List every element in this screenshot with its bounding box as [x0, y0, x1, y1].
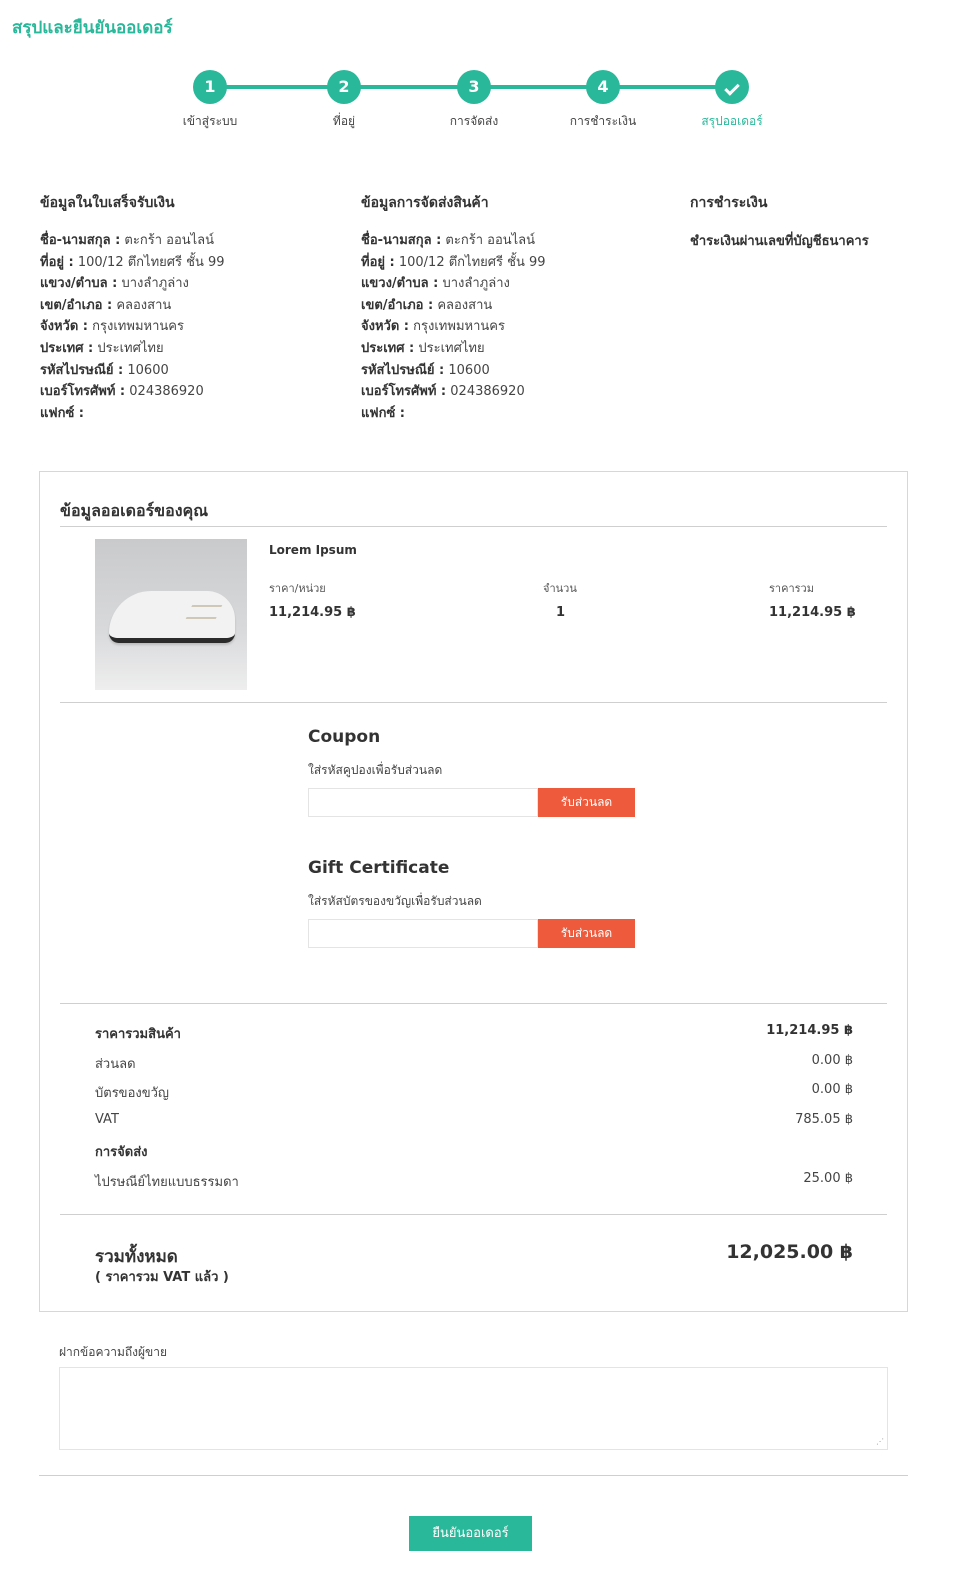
- divider: [60, 1003, 887, 1004]
- step-circle-done: [715, 70, 749, 104]
- shipping-row: ที่อยู่ : 100/12 ตึกไทยศรี ชั้น 99: [361, 254, 546, 270]
- gift-hint: ใส่รหัสบัตรของขวัญเพื่อรับส่วนลด: [308, 894, 482, 908]
- step-label: สรุปออเดอร์: [701, 114, 763, 128]
- shipping-info: ข้อมูลการจัดส่งสินค้า ชื่อ-นามสกุล : ตะก…: [361, 192, 661, 424]
- step-login[interactable]: 1 เข้าสู่ระบบ: [150, 70, 270, 131]
- order-summary-box: ข้อมูลออเดอร์ของคุณ Lorem Ipsum ราคา/หน่…: [39, 471, 908, 1312]
- payment-info: การชำระเงิน ชำระเงินผ่านเลขที่บัญชีธนาคา…: [690, 192, 950, 251]
- billing-row: ชื่อ-นามสกุล : ตะกร้า ออนไลน์: [40, 233, 215, 248]
- billing-info: ข้อมูลในใบเสร็จรับเงิน ชื่อ-นามสกุล : ตะ…: [40, 192, 340, 424]
- order-title: ข้อมูลออเดอร์ของคุณ: [60, 501, 209, 520]
- billing-row: เบอร์โทรศัพท์ : 024386920: [40, 384, 204, 400]
- checkout-stepper: 1 เข้าสู่ระบบ 2 ที่อยู่ 3 การจัดส่ง 4 กา…: [150, 70, 790, 130]
- divider: [39, 1475, 908, 1476]
- step-label: การจัดส่ง: [449, 114, 499, 128]
- shipping-row: เขต/อำเภอ : คลองสาน: [361, 297, 493, 313]
- qty-label: จำนวน: [543, 582, 577, 595]
- divider: [60, 526, 887, 527]
- shipping-row: รหัสไปรษณีย์ : 10600: [361, 362, 490, 378]
- note-textarea[interactable]: [59, 1367, 888, 1450]
- grand-total: 12,025.00 ฿: [726, 1241, 853, 1263]
- shipping-row: เบอร์โทรศัพท์ : 024386920: [361, 384, 525, 400]
- payment-method: ชำระเงินผ่านเลขที่บัญชีธนาคาร: [690, 234, 869, 249]
- payment-title: การชำระเงิน: [690, 195, 768, 211]
- coupon-input[interactable]: [308, 788, 538, 817]
- shipping-row: แขวง/ตำบล : บางลำภูล่าง: [361, 276, 510, 292]
- shipping-row: ประเทศ : ประเทศไทย: [361, 340, 485, 356]
- vat-row: VAT 785.05 ฿: [95, 1112, 853, 1127]
- billing-title: ข้อมูลในใบเสร็จรับเงิน: [40, 195, 175, 211]
- note-label: ฝากข้อความถึงผู้ขาย: [59, 1345, 167, 1359]
- coupon-apply-button[interactable]: รับส่วนลด: [538, 788, 635, 817]
- billing-row: ประเทศ : ประเทศไทย: [40, 340, 164, 356]
- step-label: การชำระเงิน: [569, 114, 637, 128]
- step-shipping[interactable]: 3 การจัดส่ง: [414, 70, 534, 131]
- step-address[interactable]: 2 ที่อยู่: [284, 70, 404, 131]
- discount-row: ส่วนลด 0.00 ฿: [95, 1053, 853, 1072]
- unit-price: 11,214.95 ฿: [269, 605, 356, 620]
- shipping-heading-row: การจัดส่ง: [95, 1145, 148, 1160]
- line-total-label: ราคารวม: [769, 582, 814, 595]
- grand-total-note: ( ราคารวม VAT แล้ว ): [95, 1270, 229, 1285]
- coupon-title: Coupon: [308, 727, 381, 747]
- billing-row: แขวง/ตำบล : บางลำภูล่าง: [40, 276, 189, 292]
- product-image: [95, 539, 247, 690]
- divider: [60, 702, 887, 703]
- shipping-row: จังหวัด : กรุงเทพมหานคร: [361, 319, 505, 335]
- step-number: 2: [327, 70, 361, 104]
- gift-input[interactable]: [308, 919, 538, 948]
- coupon-section: Coupon ใส่รหัสคูปองเพื่อรับส่วนลด รับส่ว…: [308, 727, 638, 817]
- shipping-row: ชื่อ-นามสกุล : ตะกร้า ออนไลน์: [361, 233, 536, 248]
- billing-row: แฟกซ์ :: [40, 405, 85, 421]
- gift-section: Gift Certificate ใส่รหัสบัตรของขวัญเพื่อ…: [308, 858, 638, 948]
- step-label: เข้าสู่ระบบ: [182, 114, 238, 128]
- unit-price-label: ราคา/หน่วย: [269, 582, 326, 595]
- gift-row: บัตรของขวัญ 0.00 ฿: [95, 1082, 853, 1101]
- step-number: 3: [457, 70, 491, 104]
- step-payment[interactable]: 4 การชำระเงิน: [543, 70, 663, 131]
- shoe-illustration: [109, 591, 235, 643]
- billing-row: ที่อยู่ : 100/12 ตึกไทยศรี ชั้น 99: [40, 254, 225, 270]
- billing-row: รหัสไปรษณีย์ : 10600: [40, 362, 169, 378]
- billing-row: เขต/อำเภอ : คลองสาน: [40, 297, 172, 313]
- step-summary: สรุปออเดอร์: [672, 70, 792, 131]
- divider: [60, 1214, 887, 1215]
- coupon-hint: ใส่รหัสคูปองเพื่อรับส่วนลด: [308, 763, 443, 777]
- billing-row: จังหวัด : กรุงเทพมหานคร: [40, 319, 184, 335]
- confirm-order-button[interactable]: ยืนยันออเดอร์: [409, 1516, 532, 1551]
- gift-title: Gift Certificate: [308, 858, 450, 878]
- gift-apply-button[interactable]: รับส่วนลด: [538, 919, 635, 948]
- step-label: ที่อยู่: [332, 114, 356, 128]
- qty-value: 1: [556, 605, 566, 620]
- shipping-row: แฟกซ์ :: [361, 405, 406, 421]
- subtotal-row: ราคารวมสินค้า 11,214.95 ฿: [95, 1023, 853, 1042]
- product-name: Lorem Ipsum: [269, 543, 357, 557]
- shipping-title: ข้อมูลการจัดส่งสินค้า: [361, 195, 489, 211]
- check-icon: [724, 80, 740, 96]
- shipping-cost-row: ไปรษณีย์ไทยแบบธรรมดา 25.00 ฿: [95, 1171, 853, 1190]
- line-total: 11,214.95 ฿: [769, 605, 856, 620]
- step-number: 1: [193, 70, 227, 104]
- page-title: สรุปและยืนยันออเดอร์: [12, 18, 173, 38]
- step-number: 4: [586, 70, 620, 104]
- resize-handle-icon[interactable]: ⋰: [876, 1438, 884, 1446]
